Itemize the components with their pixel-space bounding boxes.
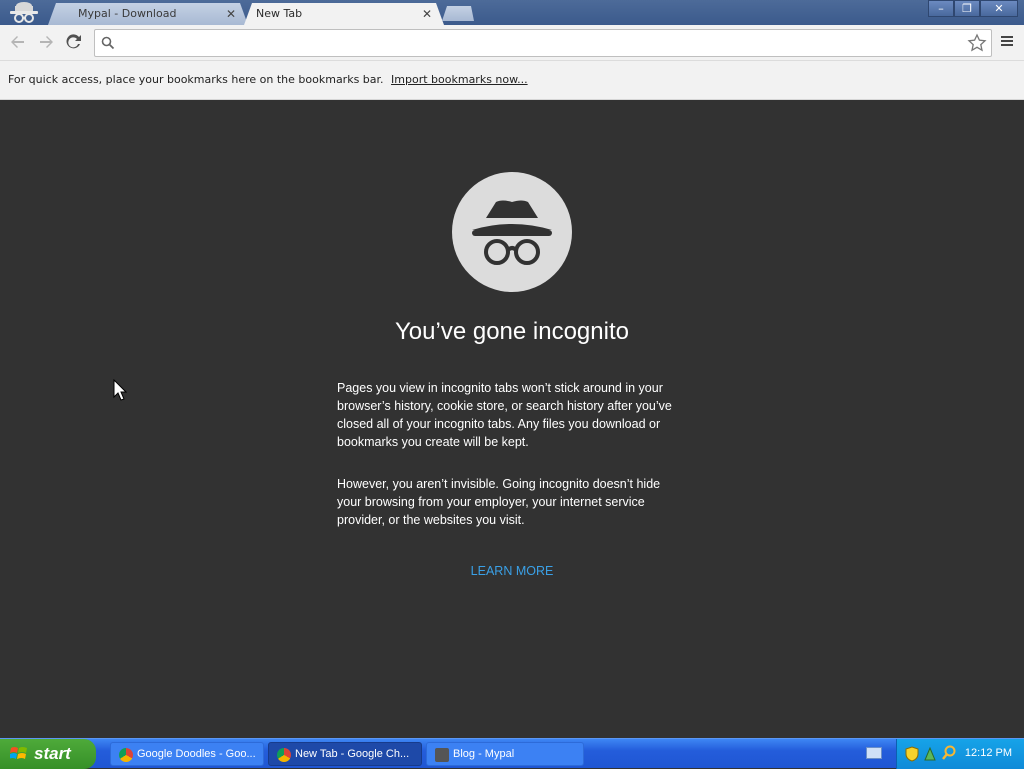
taskbar-item-new-tab[interactable]: New Tab - Google Ch... [268,742,422,766]
taskbar-item-label: Google Doodles - Goo... [137,748,256,760]
tab-close-icon[interactable]: ✕ [422,7,432,21]
tab-mypal-download[interactable]: Mypal - Download ✕ [48,3,248,25]
learn-more-link[interactable]: LEARN MORE [0,564,1024,578]
taskbar-item-label: New Tab - Google Ch... [295,748,410,760]
bookmarks-bar-hint: For quick access, place your bookmarks h… [8,73,384,86]
back-button[interactable] [8,33,28,53]
reload-button[interactable] [64,33,84,53]
close-window-button[interactable]: ✕ [980,0,1018,17]
windows-logo-icon [10,747,27,759]
omnibox-input[interactable] [119,33,959,53]
system-tray: 12:12 PM [896,739,1024,769]
taskbar-item-blog-mypal[interactable]: Blog - Mypal [426,742,584,766]
search-icon [101,36,115,50]
bookmark-star-icon[interactable] [967,33,987,53]
clock: 12:12 PM [964,747,1012,759]
new-tab-button[interactable] [442,6,474,21]
taskbar-item-label: Blog - Mypal [453,748,515,760]
incognito-hero-icon [452,172,572,292]
back-arrow-icon [11,36,24,48]
mypal-icon [435,748,449,762]
chrome-icon [119,748,133,762]
bookmarks-bar: For quick access, place your bookmarks h… [0,61,1024,100]
security-shield-icon[interactable] [905,746,919,762]
taskbar-item-google-doodles[interactable]: Google Doodles - Goo... [110,742,264,766]
forward-button[interactable] [36,33,56,53]
address-bar[interactable] [94,29,992,57]
restore-button[interactable]: ❐ [954,0,980,17]
forward-arrow-icon [40,36,53,48]
title-bar: Mypal - Download ✕ New Tab ✕ – ❐ ✕ [0,0,1024,25]
tab-title: New Tab [256,7,303,20]
incognito-heading: You’ve gone incognito [395,318,629,345]
import-bookmarks-link[interactable]: Import bookmarks now... [391,73,528,86]
menu-button[interactable] [997,33,1017,53]
hamburger-menu-icon [1001,36,1013,46]
taskbar: start Google Doodles - Goo... New Tab - … [0,738,1024,769]
network-icon[interactable] [923,746,937,762]
tab-title: Mypal - Download [78,7,177,20]
tab-close-icon[interactable]: ✕ [226,7,236,21]
keyboard-layout-icon[interactable] [866,747,882,759]
reload-icon [66,34,81,49]
tab-new-tab[interactable]: New Tab ✕ [244,3,444,25]
incognito-logo-icon [6,0,42,25]
search-tray-icon[interactable] [941,745,957,761]
toolbar [0,25,1024,61]
incognito-warning: However, you aren’t invisible. Going inc… [337,477,661,527]
start-button[interactable]: start [0,739,96,769]
start-label: start [34,744,71,763]
minimize-button[interactable]: – [928,0,954,17]
incognito-page: You’ve gone incognito Pages you view in … [0,100,1024,738]
mouse-cursor-icon [113,378,128,405]
incognito-description: Pages you view in incognito tabs won’t s… [337,381,672,449]
chrome-icon [277,748,291,762]
